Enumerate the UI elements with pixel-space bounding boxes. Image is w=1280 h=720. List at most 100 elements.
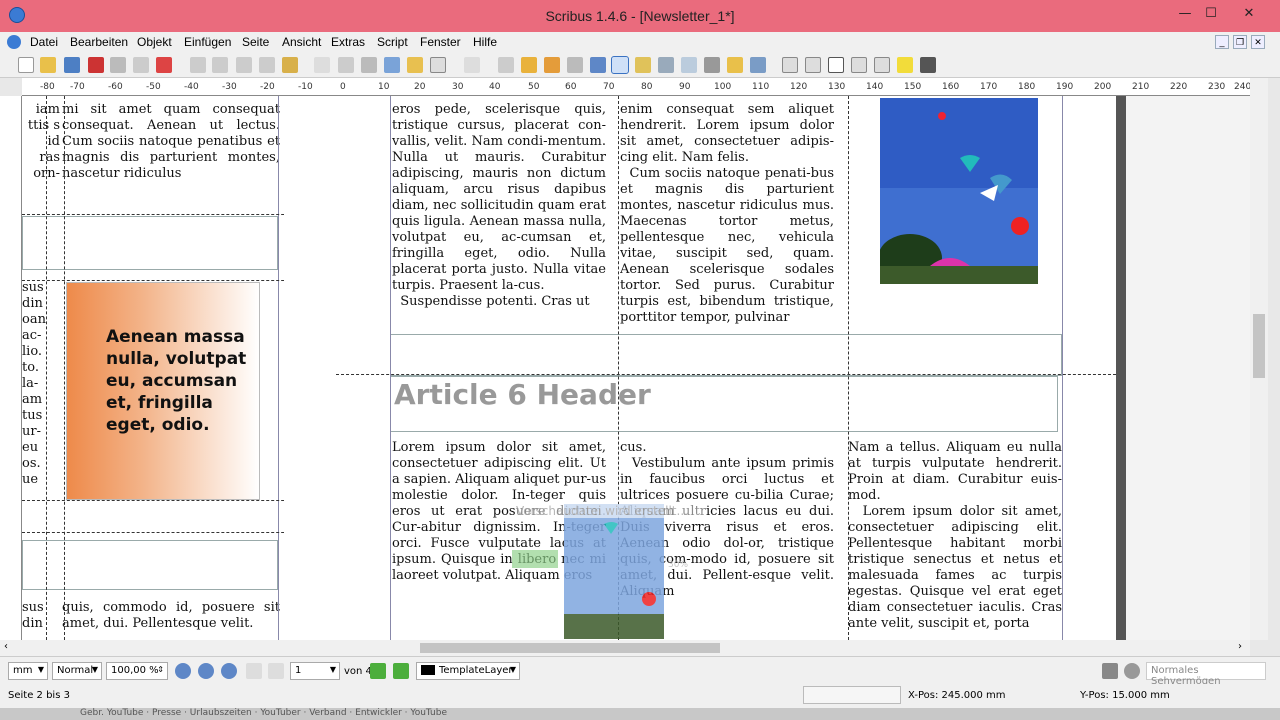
copy-icon[interactable] — [259, 57, 275, 73]
text-frame-icon[interactable] — [338, 57, 354, 73]
image-frame-icon[interactable] — [361, 57, 377, 73]
unlink-frames-icon[interactable] — [681, 57, 697, 73]
margin-guide — [1062, 96, 1063, 640]
bezier-icon[interactable] — [521, 57, 537, 73]
page-number-select[interactable]: 1 ▼ — [290, 662, 340, 680]
close-button[interactable]: ✕ — [1234, 4, 1264, 24]
line-icon[interactable] — [498, 57, 514, 73]
eyedropper-icon[interactable] — [750, 57, 766, 73]
pdf-checkbox-icon[interactable] — [828, 57, 844, 73]
preview-mode-select[interactable]: Normal ▼ — [52, 662, 102, 680]
ruler-tick: -20 — [260, 82, 275, 92]
menu-fenster[interactable]: Fenster — [420, 35, 461, 49]
print-icon[interactable] — [110, 57, 126, 73]
left-clip-text-mid: sus din oan ac- lio. to. la- am tus ur- … — [22, 280, 46, 487]
zoom-input[interactable]: 100,00 % ⇕ — [106, 662, 168, 680]
pdf-combobox-icon[interactable] — [851, 57, 867, 73]
vertical-scrollbar[interactable] — [1250, 78, 1268, 640]
article-header-text[interactable]: Article 6 Header — [394, 378, 651, 411]
page-value: 1 — [295, 665, 302, 676]
left-empty-frame-1[interactable] — [22, 216, 278, 270]
ruler-tick: 50 — [528, 82, 540, 92]
mdi-close-icon[interactable]: ✕ — [1251, 35, 1265, 49]
menu-datei[interactable]: Datei — [30, 35, 58, 49]
menu-bearbeiten[interactable]: Bearbeiten — [70, 35, 128, 49]
scroll-right-icon[interactable]: › — [1238, 641, 1242, 652]
first-page-icon[interactable] — [246, 663, 262, 679]
measure-icon[interactable] — [704, 57, 720, 73]
vertical-scroll-thumb[interactable] — [1253, 314, 1265, 378]
left-empty-frame-2[interactable] — [22, 540, 278, 590]
background-strip: Gebr. YouTube · Presse · Urlaubszeiten ·… — [0, 708, 1280, 720]
pdf-textfield-icon[interactable] — [805, 57, 821, 73]
kite-photo[interactable] — [880, 98, 1038, 284]
pdf-listbox-icon[interactable] — [874, 57, 890, 73]
preview-toggle-icon[interactable] — [1102, 663, 1118, 679]
unit-select[interactable]: mm ▼ — [8, 662, 48, 680]
paste-icon[interactable] — [282, 57, 298, 73]
ruler-tick: 240 — [1234, 82, 1250, 92]
left-page-text-top[interactable]: mi sit amet quam consequat consequat. Ae… — [62, 102, 280, 186]
col2-paragraph: enim consequat sem aliquet hendrerit. Lo… — [620, 102, 834, 165]
menu-extras[interactable]: Extras — [331, 35, 365, 49]
left-page-text-bottom[interactable]: quis, commodo id, posuere sit amet, dui.… — [62, 600, 280, 640]
ruler-tick: 190 — [1056, 82, 1074, 92]
mdi-restore-icon[interactable]: ❐ — [1233, 35, 1247, 49]
menu-seite[interactable]: Seite — [242, 35, 269, 49]
ruler-tick: 90 — [679, 82, 691, 92]
render-frame-icon[interactable] — [384, 57, 400, 73]
ruler-tick: -10 — [298, 82, 313, 92]
undo-icon[interactable] — [190, 57, 206, 73]
scroll-left-icon[interactable]: ‹ — [4, 641, 8, 652]
vision-icon[interactable] — [1124, 663, 1140, 679]
zoom-out-icon[interactable] — [175, 663, 191, 679]
mdi-minimize-icon[interactable]: _ — [1215, 35, 1229, 49]
new-document-icon[interactable] — [18, 57, 34, 73]
ruler-tick: 80 — [641, 82, 653, 92]
table-icon[interactable] — [407, 57, 423, 73]
close-document-icon[interactable] — [88, 57, 104, 73]
shape-icon[interactable] — [430, 57, 446, 73]
menu-hilfe[interactable]: Hilfe — [473, 35, 497, 49]
rotate-icon[interactable] — [567, 57, 583, 73]
article6-col3-text[interactable]: Nam a tellus. Aliquam eu nulla at turpis… — [848, 440, 1062, 640]
last-page-icon[interactable] — [393, 663, 409, 679]
pdf-export-icon[interactable] — [156, 57, 172, 73]
cut-icon[interactable] — [236, 57, 252, 73]
zoom-in-icon[interactable] — [221, 663, 237, 679]
preflight-icon[interactable] — [133, 57, 149, 73]
redo-icon[interactable] — [212, 57, 228, 73]
article5-col2-text[interactable]: enim consequat sem aliquet hendrerit. Lo… — [620, 102, 834, 328]
pdf-annotation-icon[interactable] — [897, 57, 913, 73]
page-edge-guide — [278, 96, 279, 640]
layer-select[interactable]: TemplateLayer ▼ — [416, 662, 520, 680]
next-page-icon[interactable] — [370, 663, 386, 679]
link-frames-icon[interactable] — [658, 57, 674, 73]
vision-mode-select[interactable]: Normales Sehvermögen — [1146, 662, 1266, 687]
open-folder-icon[interactable] — [40, 57, 56, 73]
article5-col1-text[interactable]: eros pede, scelerisque quis, tristique c… — [392, 102, 606, 328]
horizontal-scroll-thumb[interactable] — [420, 643, 720, 653]
save-icon[interactable] — [64, 57, 80, 73]
pdf-link-icon[interactable] — [920, 57, 936, 73]
pdf-button-icon[interactable] — [782, 57, 798, 73]
ruler-tick: 0 — [340, 82, 346, 92]
polygon-icon[interactable] — [464, 57, 480, 73]
story-editor-icon[interactable] — [635, 57, 651, 73]
previous-page-icon[interactable] — [268, 663, 284, 679]
maximize-button[interactable]: ☐ — [1196, 4, 1226, 24]
edit-text-icon[interactable] — [611, 56, 629, 74]
copy-properties-icon[interactable] — [727, 57, 743, 73]
menu-objekt[interactable]: Objekt — [137, 35, 172, 49]
zoom-100-icon[interactable] — [198, 663, 214, 679]
layer-value: TemplateLayer — [439, 665, 513, 676]
select-arrow-icon[interactable] — [314, 57, 330, 73]
menu-ansicht[interactable]: Ansicht — [282, 35, 321, 49]
horizontal-scrollbar[interactable]: ‹ › — [0, 640, 1250, 656]
menu-einfuegen[interactable]: Einfügen — [184, 35, 231, 49]
menu-script[interactable]: Script — [377, 35, 408, 49]
zoom-icon[interactable] — [590, 57, 606, 73]
document-canvas[interactable]: iam ttis s id ras orn- mi sit amet quam … — [22, 96, 1250, 640]
spacer-frame[interactable] — [390, 334, 1062, 376]
freehand-icon[interactable] — [544, 57, 560, 73]
